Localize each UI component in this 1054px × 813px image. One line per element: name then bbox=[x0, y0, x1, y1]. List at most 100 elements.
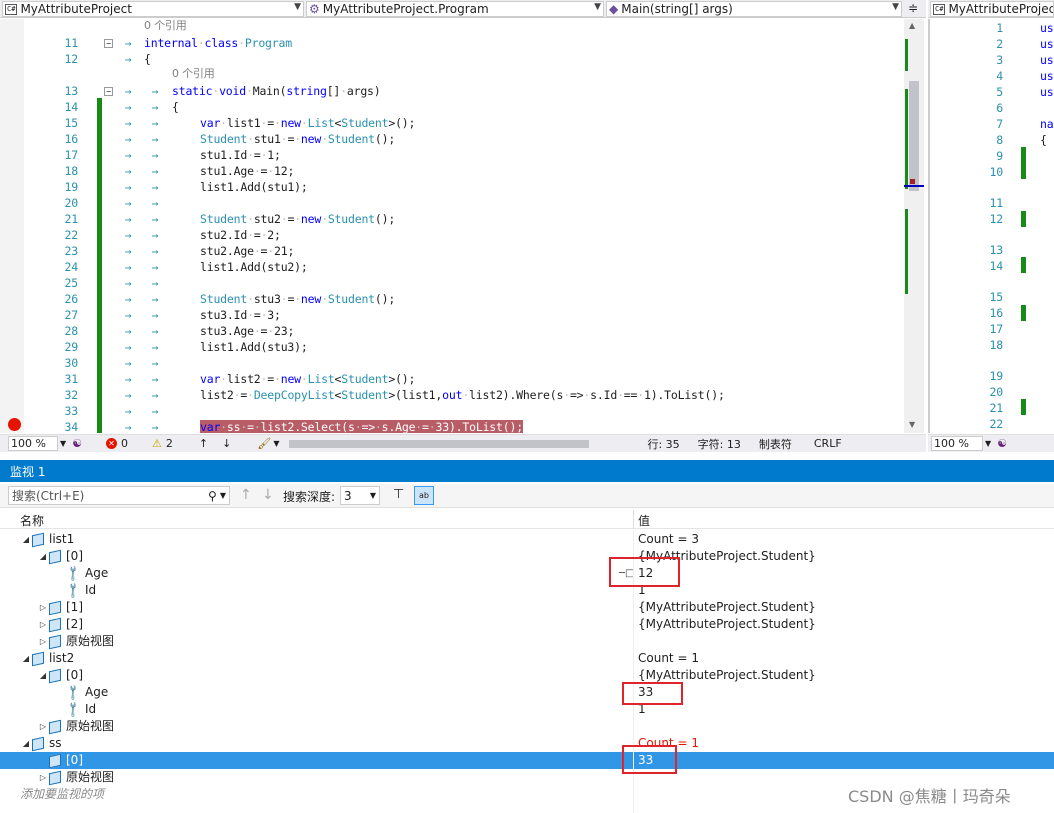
watch-row[interactable]: ◢ list1 Count = 3 bbox=[0, 531, 1054, 548]
search-box[interactable]: 搜索(Ctrl+E) ⚲ ▼ bbox=[8, 486, 230, 505]
watch-name: 原始视图 bbox=[66, 770, 115, 784]
current-statement: var·ss·=·list2.Select(s·=>·s.Age·=·33).T… bbox=[200, 420, 523, 433]
expanded-icon[interactable]: ◢ bbox=[20, 735, 32, 752]
change-bar bbox=[1021, 257, 1026, 273]
error-icon[interactable]: ✕ bbox=[106, 438, 118, 449]
arrow-up-icon[interactable]: ↑ bbox=[199, 437, 208, 450]
warning-icon[interactable]: ⚠ bbox=[152, 437, 162, 450]
line-number: 13 bbox=[989, 243, 1004, 257]
code-line: → → bbox=[118, 356, 179, 370]
caret-marker bbox=[904, 185, 924, 187]
watch-name: [1] bbox=[66, 600, 83, 614]
watch-row[interactable]: ▷ [1] {MyAttributeProject.Student} bbox=[0, 599, 1054, 616]
collapsed-icon[interactable]: ▷ bbox=[37, 769, 49, 786]
editor-scrollbar[interactable]: ▲ ▼ bbox=[904, 19, 924, 433]
search-icon[interactable]: ⚲ bbox=[208, 489, 217, 503]
code-line: → → list1.Add(stu2); bbox=[118, 260, 308, 274]
watch-row[interactable]: ◢ ss Count = 1 bbox=[0, 735, 1054, 752]
collapsed-icon[interactable]: ▷ bbox=[37, 633, 49, 650]
expanded-icon[interactable]: ◢ bbox=[37, 548, 49, 565]
change-marker bbox=[905, 89, 908, 189]
watch-row[interactable]: [0] 33 bbox=[0, 752, 1054, 769]
health-icon[interactable]: ☯ bbox=[997, 437, 1007, 450]
expanded-icon[interactable]: ◢ bbox=[37, 667, 49, 684]
watch-row[interactable]: ▷ 原始视图 bbox=[0, 633, 1054, 650]
collapsed-icon[interactable]: ▷ bbox=[37, 718, 49, 735]
indicator-margin bbox=[0, 19, 24, 433]
health-icon[interactable]: ☯ bbox=[72, 437, 82, 450]
right-code-editor[interactable]: 1 us 2 us 3 us 4 us 5 us 6 7 nam 8 {9 10 11 12 13 14 15 16 17 1… bbox=[928, 19, 1054, 433]
code-line: → → stu1.Age·=·12; bbox=[118, 164, 295, 178]
code-line: → → Student·stu3·=·new·Student(); bbox=[118, 292, 396, 306]
watch-name: Id bbox=[85, 702, 97, 716]
search-input[interactable]: 搜索(Ctrl+E) bbox=[9, 487, 208, 504]
line-number: 21 bbox=[989, 401, 1004, 415]
scroll-thumb[interactable] bbox=[909, 81, 919, 191]
chevron-down-icon: ▼ bbox=[294, 2, 301, 12]
split-icon[interactable]: ≑ bbox=[906, 1, 920, 17]
line-number: 30 bbox=[64, 356, 79, 370]
scroll-up-icon[interactable]: ▲ bbox=[909, 21, 915, 30]
object-icon bbox=[49, 668, 61, 683]
annotation-box bbox=[622, 745, 677, 774]
reference-count[interactable]: 0 个引用 bbox=[144, 19, 187, 34]
chevron-down-icon[interactable]: ▼ bbox=[220, 491, 226, 500]
column-divider[interactable] bbox=[633, 510, 634, 529]
project-combo[interactable]: C# MyAttributeProject ▼ bbox=[2, 1, 304, 17]
code-line: → → stu3.Age·=·23; bbox=[118, 324, 295, 338]
watch-row[interactable]: 🔧 Age 12 ─□ bbox=[0, 564, 1054, 583]
collapse-icon[interactable]: − bbox=[104, 87, 113, 96]
collapsed-icon[interactable]: ▷ bbox=[37, 616, 49, 633]
class-combo[interactable]: ⚙ MyAttributeProject.Program ▼ bbox=[306, 1, 604, 17]
hex-view-icon[interactable]: ab bbox=[414, 486, 434, 505]
watch-name: list1 bbox=[49, 532, 75, 546]
right-status-bar: 100 % ▼ ☯ bbox=[928, 434, 1054, 452]
line-number: 12 bbox=[989, 212, 1004, 226]
line-number: 17 bbox=[64, 148, 79, 162]
line-number: 28 bbox=[64, 324, 79, 338]
watch-row[interactable]: 🔧 Id 1 bbox=[0, 581, 1054, 600]
watch-row[interactable]: ◢ [0] {MyAttributeProject.Student} bbox=[0, 548, 1054, 565]
pin-icon[interactable]: ⊤ bbox=[393, 487, 404, 502]
code-line: → → stu1.Id·=·1; bbox=[118, 148, 281, 162]
change-bar bbox=[1021, 399, 1026, 415]
object-icon bbox=[49, 600, 61, 615]
collapse-icon[interactable]: − bbox=[104, 39, 113, 48]
member-combo[interactable]: ◆ Main(string[] args) ▼ bbox=[606, 1, 902, 17]
line-number: 23 bbox=[64, 244, 79, 258]
object-icon bbox=[49, 753, 61, 768]
expanded-icon[interactable]: ◢ bbox=[20, 531, 32, 548]
line-number: 8 bbox=[996, 133, 1003, 147]
search-previous-icon[interactable]: ↑ bbox=[240, 487, 252, 503]
horizontal-scrollbar[interactable] bbox=[289, 439, 590, 448]
column-value[interactable]: 值 bbox=[638, 512, 650, 529]
collapsed-icon[interactable]: ▷ bbox=[37, 599, 49, 616]
watch-row[interactable]: ◢ [0] {MyAttributeProject.Student} bbox=[0, 667, 1054, 684]
arrow-down-icon[interactable]: ↓ bbox=[222, 437, 231, 450]
depth-select[interactable]: 3 ▼ bbox=[340, 486, 380, 505]
line-number: 19 bbox=[64, 180, 79, 194]
brush-icon[interactable]: 🖌 bbox=[257, 437, 271, 450]
watch-name: Age bbox=[85, 685, 109, 699]
watch-row[interactable]: 🔧 Age 33 bbox=[0, 683, 1054, 702]
right-project-combo[interactable]: C# MyAttributeProjec bbox=[930, 1, 1054, 17]
breakpoint-icon[interactable] bbox=[8, 418, 21, 431]
watch-row[interactable]: 🔧 Id 1 bbox=[0, 700, 1054, 719]
scroll-down-icon[interactable]: ▼ bbox=[909, 420, 915, 429]
watch-row[interactable]: ▷ 原始视图 bbox=[0, 718, 1054, 735]
column-name[interactable]: 名称 bbox=[20, 512, 44, 529]
zoom-combo[interactable]: 100 % bbox=[8, 436, 58, 451]
search-next-icon[interactable]: ↓ bbox=[262, 487, 274, 503]
line-number: 34 bbox=[64, 420, 79, 433]
line-number: 16 bbox=[64, 132, 79, 146]
watch-row[interactable]: ▷ [2] {MyAttributeProject.Student} bbox=[0, 616, 1054, 633]
code-editor[interactable]: 0 个引用 11 − → internal·class·Program 12 → {0… bbox=[0, 19, 904, 433]
annotation-box bbox=[622, 682, 683, 705]
expanded-icon[interactable]: ◢ bbox=[20, 650, 32, 667]
zoom-combo[interactable]: 100 % bbox=[931, 436, 983, 451]
chevron-down-icon: ▼ bbox=[273, 439, 280, 448]
line-number: 20 bbox=[64, 196, 79, 210]
watch-row[interactable]: ◢ list2 Count = 1 bbox=[0, 650, 1054, 667]
reference-count[interactable]: 0 个引用 bbox=[172, 66, 215, 82]
line-number: 11 bbox=[989, 196, 1004, 210]
